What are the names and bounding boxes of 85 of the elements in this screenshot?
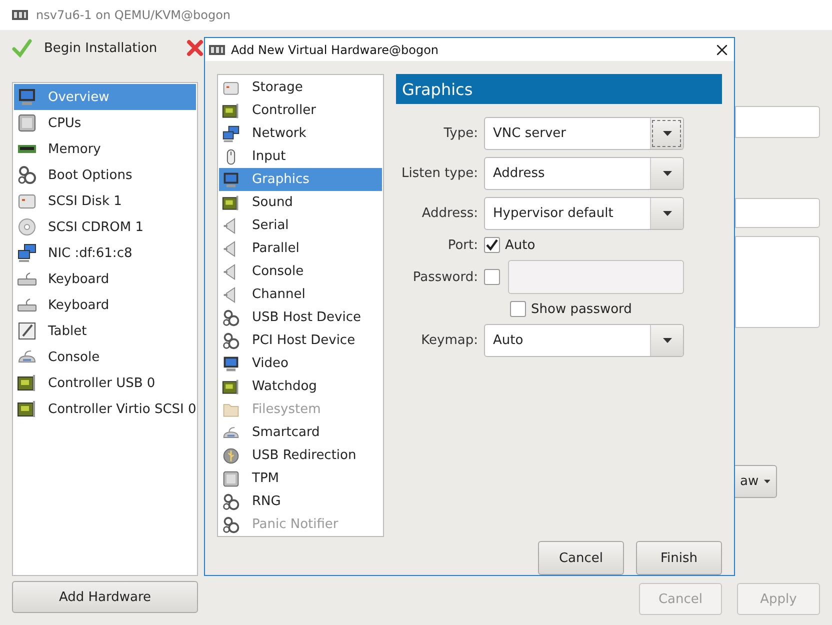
disc-icon [17, 217, 37, 237]
device-type-item[interactable]: Console [219, 260, 382, 283]
gears-icon [222, 332, 240, 350]
caret-icon [662, 211, 672, 216]
window-title: nsv7u6-1 on QEMU/KVM@bogon [36, 8, 231, 22]
sidebar-item[interactable]: Console [14, 344, 196, 370]
sidebar-item[interactable]: Controller Virtio SCSI 0 [14, 396, 196, 422]
sidebar-item[interactable]: SCSI CDROM 1 [14, 214, 196, 240]
sidebar-item[interactable]: Memory [14, 136, 196, 162]
device-type-item[interactable]: Sound [219, 191, 382, 214]
card-icon [222, 102, 240, 120]
close-icon [717, 44, 727, 54]
toolbar-button[interactable]: Begin Installation [10, 34, 160, 62]
device-type-item[interactable]: Smartcard [219, 421, 382, 444]
device-type-item[interactable]: Serial [219, 214, 382, 237]
add-hardware-button[interactable]: Add Hardware [12, 581, 198, 613]
tablet-icon [17, 321, 37, 341]
device-type-item[interactable]: Channel [219, 283, 382, 306]
device-type-item[interactable]: USB Host Device [219, 306, 382, 329]
sidebar-item[interactable]: Tablet [14, 318, 196, 344]
card-icon [222, 378, 240, 396]
device-type-item[interactable]: PCI Host Device [219, 329, 382, 352]
monitor-icon [17, 87, 37, 107]
chip-icon [17, 113, 37, 133]
section-header: Graphics [396, 74, 722, 104]
usb-icon [222, 446, 240, 464]
monitor-icon [222, 354, 240, 372]
checkmark-icon [486, 239, 498, 251]
checkbox-label[interactable]: Auto [505, 238, 536, 252]
field-label: Port: [446, 238, 478, 252]
app-icon [12, 10, 28, 20]
field-label: Address: [420, 206, 478, 221]
text-field[interactable] [735, 106, 820, 138]
chip-icon [222, 470, 240, 488]
dialog-button[interactable]: Cancel [538, 541, 624, 575]
device-type-item[interactable]: Watchdog [219, 375, 382, 398]
gears-icon [17, 165, 37, 185]
caret-icon [662, 131, 672, 136]
device-type-item[interactable]: Controller [219, 99, 382, 122]
text-area[interactable] [735, 236, 820, 328]
checkbox-label[interactable]: Show password [531, 302, 632, 316]
card-icon [17, 399, 37, 419]
text-field[interactable] [735, 198, 820, 228]
dialog-title: Add New Virtual Hardware@bogon [231, 42, 440, 56]
monitor-icon [222, 170, 240, 188]
sidebar-item[interactable]: Boot Options [14, 162, 196, 188]
device-type-item[interactable]: Input [219, 145, 382, 168]
field-label: Listen type: [400, 166, 478, 181]
network-icon [17, 243, 37, 263]
dropdown[interactable]: Auto [484, 324, 684, 357]
menu-button[interactable]: aw [734, 465, 777, 498]
caret-icon [764, 479, 770, 484]
checkmark-icon [12, 38, 32, 58]
network-icon [222, 124, 240, 142]
dropdown[interactable]: Address [484, 157, 684, 190]
dropdown[interactable]: Hypervisor default [484, 197, 684, 230]
caret-icon [662, 338, 672, 343]
sidebar-item[interactable]: CPUs [14, 110, 196, 136]
gears-icon [222, 308, 240, 326]
sidebar-item[interactable]: Controller USB 0 [14, 370, 196, 396]
caret-icon [662, 171, 672, 176]
card-icon [17, 373, 37, 393]
gears-icon [222, 492, 240, 510]
device-type-item[interactable]: RNG [219, 490, 382, 513]
device-type-item[interactable]: Storage [219, 76, 382, 99]
app-icon [209, 44, 225, 54]
sidebar-item[interactable]: NIC :df:61:c8 [14, 240, 196, 266]
dropdown[interactable]: VNC server [484, 117, 684, 150]
device-type-item[interactable]: TPM [219, 467, 382, 490]
sidebar-item[interactable]: Keyboard [14, 266, 196, 292]
gears-icon [222, 516, 240, 534]
checkbox[interactable] [510, 301, 526, 317]
checkbox[interactable] [484, 237, 500, 253]
dialog-button[interactable]: Finish [636, 541, 722, 575]
sidebar-item[interactable]: Keyboard [14, 292, 196, 318]
cross-icon [185, 38, 206, 58]
device-type-item[interactable]: Video [219, 352, 382, 375]
card-icon [222, 194, 240, 212]
sidebar-item[interactable]: SCSI Disk 1 [14, 188, 196, 214]
device-type-item[interactable]: USB Redirection [219, 444, 382, 467]
field-label: Type: [442, 126, 478, 141]
device-type-item[interactable]: Parallel [219, 237, 382, 260]
device-type-item[interactable]: Network [219, 122, 382, 145]
field-label: Password: [412, 270, 478, 284]
field-label: Keymap: [420, 333, 478, 348]
